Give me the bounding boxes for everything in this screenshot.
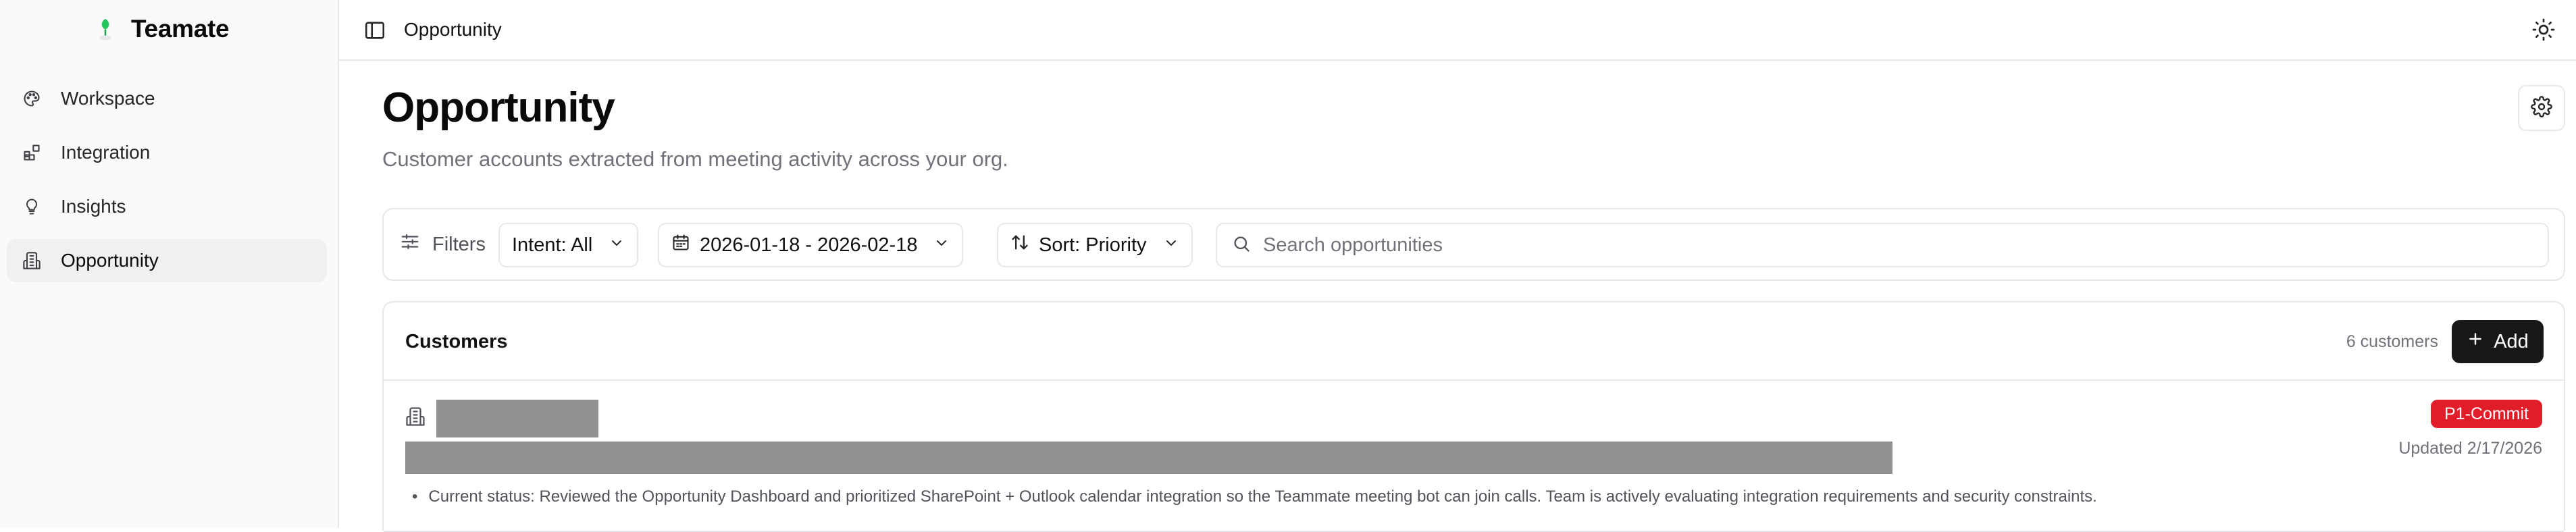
sidebar-item-label: Opportunity: [61, 250, 159, 271]
blocks-icon: [22, 142, 42, 163]
sort-value: Sort: Priority: [1039, 234, 1147, 256]
leaf-logo-icon: [95, 16, 116, 43]
building-icon: [22, 250, 42, 271]
search-box: [1216, 223, 2549, 267]
gear-icon: [2531, 95, 2552, 121]
filters-label: Filters: [400, 231, 486, 258]
customers-title: Customers: [405, 331, 508, 352]
plus-icon: [2467, 330, 2484, 353]
filter-bar: Filters Intent: All 2026-01-18 - 2026-02…: [382, 208, 2565, 281]
sidebar-item-label: Workspace: [61, 88, 155, 109]
updated-date: Updated 2/17/2026: [2398, 439, 2542, 458]
sort-arrows-icon: [1010, 233, 1029, 257]
sidebar-toggle-icon[interactable]: [363, 19, 386, 42]
sun-icon[interactable]: [2531, 18, 2556, 42]
sidebar: Teamate Workspace Integration Insights O…: [0, 0, 339, 528]
chevron-down-icon: [1163, 234, 1179, 257]
date-range-value: 2026-01-18 - 2026-02-18: [700, 234, 918, 256]
lightbulb-icon: [22, 196, 42, 217]
topbar: Opportunity: [339, 0, 2576, 61]
redacted-customer-summary: [405, 442, 1892, 474]
intent-filter-value: Intent: All: [512, 234, 593, 256]
calendar-icon: [671, 233, 690, 257]
building-icon: [405, 406, 427, 429]
search-input[interactable]: [1263, 234, 2533, 257]
status-text: Current status: Reviewed the Opportunity…: [428, 487, 2097, 506]
search-icon: [1232, 234, 1251, 257]
date-range-picker[interactable]: 2026-01-18 - 2026-02-18: [658, 223, 964, 267]
breadcrumb: Opportunity: [404, 19, 502, 40]
palette-icon: [22, 88, 42, 109]
customer-row[interactable]: P1-Commit Updated 2/17/2026 • Current st…: [384, 382, 2564, 532]
sliders-icon: [400, 232, 420, 257]
chevron-down-icon: [609, 234, 625, 257]
status-bullet: •: [412, 487, 418, 506]
current-status: • Current status: Reviewed the Opportuni…: [412, 487, 2097, 506]
customers-header: Customers 6 customers Add: [384, 302, 2564, 381]
sidebar-nav: Workspace Integration Insights Opportuni…: [7, 77, 327, 293]
customers-count: 6 customers: [2346, 332, 2438, 351]
page-title: Opportunity: [382, 84, 615, 131]
sidebar-item-label: Insights: [61, 196, 126, 217]
redacted-customer-name: [436, 400, 598, 437]
settings-button[interactable]: [2518, 85, 2565, 131]
sidebar-item-integration[interactable]: Integration: [7, 131, 327, 174]
sidebar-item-opportunity[interactable]: Opportunity: [7, 239, 327, 282]
add-button-label: Add: [2494, 330, 2529, 352]
sidebar-item-workspace[interactable]: Workspace: [7, 77, 327, 120]
chevron-down-icon: [933, 234, 950, 257]
add-customer-button[interactable]: Add: [2452, 320, 2544, 363]
sidebar-item-label: Integration: [61, 142, 151, 163]
brand[interactable]: Teamate: [95, 12, 230, 46]
intent-filter-select[interactable]: Intent: All: [498, 223, 639, 267]
sort-select[interactable]: Sort: Priority: [997, 223, 1193, 267]
customers-card: Customers 6 customers Add P1-Commit Upda…: [382, 301, 2565, 532]
page-subtitle: Customer accounts extracted from meeting…: [382, 147, 1008, 171]
priority-badge: P1-Commit: [2430, 400, 2542, 428]
sidebar-item-insights[interactable]: Insights: [7, 185, 327, 228]
brand-name: Teamate: [131, 15, 230, 43]
